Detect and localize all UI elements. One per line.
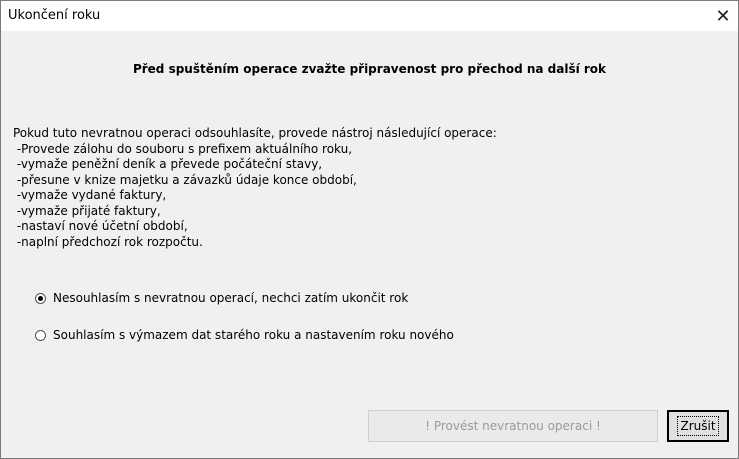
description-line: -nastaví nové účetní období, [13, 219, 188, 233]
description-line: -vymaže peněžní deník a převede počátečn… [13, 157, 323, 171]
window-title: Ukončení roku [8, 8, 101, 23]
radio-agree[interactable]: Souhlasím s výmazem dat starého roku a n… [35, 328, 454, 342]
cancel-button-label: Zrušit [677, 416, 719, 436]
description-line: -přesune v knize majetku a závazků údaje… [13, 172, 357, 187]
description-line: -vymaže vydané faktury, [13, 188, 167, 202]
execute-button-label: ! Provést nevratnou operaci ! [425, 419, 601, 433]
description-line: -naplní předchozí rok rozpočtu. [13, 234, 203, 249]
dialog-heading: Před spuštěním operace zvažte připraveno… [132, 62, 607, 76]
dialog-window: Ukončení roku ✕ Před spuštěním operace z… [0, 0, 739, 459]
close-icon[interactable]: ✕ [708, 1, 738, 31]
radio-disagree[interactable]: Nesouhlasím s nevratnou operací, nechci … [35, 291, 408, 305]
execute-button[interactable]: ! Provést nevratnou operaci ! [368, 410, 658, 442]
radio-unchecked-icon[interactable] [35, 329, 46, 341]
radio-agree-label: Souhlasím s výmazem dat starého roku a n… [53, 328, 454, 342]
radio-disagree-label: Nesouhlasím s nevratnou operací, nechci … [53, 291, 409, 305]
description-line: Pokud tuto nevratnou operaci odsouhlasít… [13, 126, 497, 140]
description-line: -Provede zálohu do souboru s prefixem ak… [13, 141, 353, 156]
cancel-button[interactable]: Zrušit [667, 410, 729, 442]
operations-description: Pokud tuto nevratnou operaci odsouhlasít… [13, 126, 713, 250]
title-bar: Ukončení roku ✕ [1, 1, 738, 31]
radio-checked-icon[interactable] [35, 292, 46, 304]
description-line: -vymaže přijaté faktury, [13, 203, 161, 218]
